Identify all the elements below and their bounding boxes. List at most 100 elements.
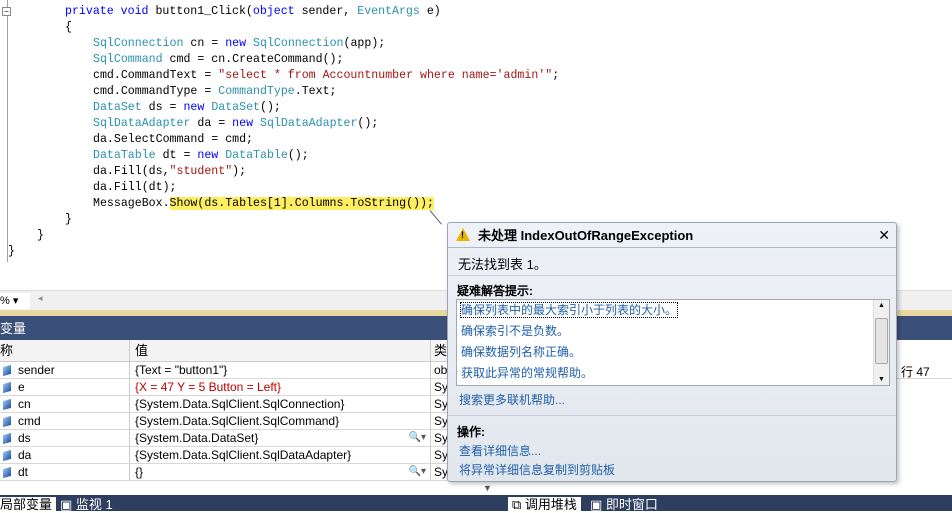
code-token: SqlCommand [93,53,170,66]
code-line[interactable]: cmd.CommandText = "select * from Account… [93,68,559,84]
code-token: MessageBox. [93,197,170,210]
code-line[interactable]: da.Fill(dt); [93,180,177,196]
code-token: da = [197,117,233,130]
code-line[interactable]: } [8,244,15,260]
code-line[interactable]: SqlDataAdapter da = new SqlDataAdapter()… [93,116,378,132]
close-icon[interactable]: ✕ [878,223,890,248]
code-token: da.Fill(ds, [93,165,170,178]
variable-icon [3,381,11,394]
variable-value[interactable]: {System.Data.SqlClient.SqlCommand} [131,413,431,429]
code-token: da.SelectCommand = cmd; [93,133,254,146]
tip-link[interactable]: 确保列表中的最大索引小于列表的大小。 [457,300,889,321]
code-token: new [232,117,261,130]
search-online-help-link[interactable]: 搜索更多联机帮助... [459,391,565,408]
code-token: cmd = cn.CreateCommand(); [169,53,344,66]
column-name[interactable]: 称 [0,340,130,361]
visualizer-icon[interactable]: 🔍▾ [409,464,426,480]
code-line[interactable]: SqlCommand cmd = cn.CreateCommand(); [93,52,343,68]
zoom-combo[interactable]: % ▾ [0,293,30,309]
code-token: (); [357,117,379,130]
variable-value[interactable]: {Text = "button1"} [131,362,431,378]
scroll-up-icon[interactable]: ▲ [878,302,885,309]
table-row[interactable]: ds {System.Data.DataSet} 🔍▾ Sy [0,430,500,447]
table-row[interactable]: cmd {System.Data.SqlClient.SqlCommand} Sy [0,413,500,430]
code-token: "select * from Accountnumber where name=… [218,69,553,82]
variable-value[interactable]: {System.Data.DataSet} 🔍▾ [131,430,431,446]
table-row[interactable]: da {System.Data.SqlClient.SqlDataAdapter}… [0,447,500,464]
copy-exception-link[interactable]: 将异常详细信息复制到剪贴板 [459,461,615,478]
variable-icon [3,432,11,445]
collapse-toggle-icon[interactable]: − [2,7,11,16]
visualizer-icon[interactable]: 🔍▾ [409,430,426,446]
code-line[interactable]: DataSet ds = new DataSet(); [93,100,281,116]
variable-icon [3,449,11,462]
code-token: da.Fill(dt); [93,181,177,194]
table-row[interactable]: sender {Text = "button1"} ob [0,362,500,379]
code-token: } [8,245,15,258]
zoom-value: % [0,295,10,307]
scrollbar-thumb[interactable] [875,318,888,364]
variable-icon [3,364,11,377]
exception-assistant: ! 未处理 IndexOutOfRangeException ✕ 无法找到表 1… [447,222,897,482]
code-token: new [183,101,212,114]
code-line[interactable]: MessageBox.Show(ds.Tables[1].Columns.ToS… [93,196,434,212]
code-token: SqlDataAdapter [93,117,198,130]
tips-scrollbar[interactable]: ▲ ▼ [873,300,889,385]
tab-immediate[interactable]: ▣ 即时窗口 [586,497,662,512]
warning-icon: ! [456,228,470,241]
code-token: private void [65,5,156,18]
code-token: cmd.CommandType = [93,85,219,98]
variable-icon [3,398,11,411]
code-token: CommandType [218,85,295,98]
code-token: DataTable [93,149,163,162]
table-row[interactable]: dt{} 🔍▾ Sy [0,464,500,481]
code-line[interactable]: cmd.CommandType = CommandType.Text; [93,84,337,100]
tab-watch-1[interactable]: ▣ 监视 1 [56,497,117,512]
scroll-down-icon[interactable]: ▼ [878,376,885,383]
locals-title: 变量 [0,321,27,336]
tab-locals[interactable]: 局部变量 [0,497,57,512]
tip-link[interactable]: 确保索引不是负数。 [457,321,889,342]
tab-call-stack-label: 调用堆栈 [524,497,577,512]
code-line[interactable]: } [37,228,44,244]
code-line[interactable]: da.Fill(ds,"student"); [93,164,246,180]
code-token: ds = [148,101,184,114]
bottom-tab-bar: 局部变量 ▣ 监视 1 ⧉ 调用堆栈 ▣ 即时窗口 [0,495,952,512]
code-token: DataSet [211,101,261,114]
scroll-left-icon[interactable]: ◂ [38,293,43,304]
variable-value[interactable]: {X = 47 Y = 5 Button = Left} [131,379,431,395]
column-value[interactable]: 值 [131,340,431,361]
code-line[interactable]: SqlConnection cn = new SqlConnection(app… [93,36,385,52]
line-number: 行 47 [901,365,930,379]
code-token: .Text; [294,85,337,98]
code-token: (); [287,149,309,162]
code-line[interactable]: da.SelectCommand = cmd; [93,132,253,148]
code-token: cn = [190,37,226,50]
locals-panel-header: 变量 [0,316,500,340]
view-details-link[interactable]: 查看详细信息... [459,442,541,459]
table-row[interactable]: cn {System.Data.SqlClient.SqlConnection} S… [0,396,500,413]
code-token: (app); [343,37,386,50]
code-token: new [225,37,254,50]
code-token: cmd.CommandText = [93,69,219,82]
code-line[interactable]: private void button1_Click(object sender… [65,4,441,20]
actions-label: 操作: [457,425,485,439]
tip-link[interactable]: 确保数据列名称正确。 [457,342,889,363]
tab-call-stack[interactable]: ⧉ 调用堆栈 [508,497,581,512]
code-token: SqlConnection [253,37,344,50]
tip-link[interactable]: 获取此异常的常规帮助。 [457,363,889,384]
code-token: SqlConnection [93,37,191,50]
code-token: { [65,21,72,34]
variable-value[interactable]: {System.Data.SqlClient.SqlDataAdapter} [131,447,431,463]
code-token: object [252,5,302,18]
variable-value[interactable]: {System.Data.SqlClient.SqlConnection} [131,396,431,412]
variable-value[interactable]: {} 🔍▾ [131,464,431,480]
table-row[interactable]: e {X = 47 Y = 5 Button = Left} Sy [0,379,500,396]
tips-list[interactable]: 确保列表中的最大索引小于列表的大小。 确保索引不是负数。 确保数据列名称正确。 … [456,299,890,386]
code-line[interactable]: DataTable dt = new DataTable(); [93,148,309,164]
code-token: } [37,229,44,242]
code-line[interactable]: } [65,212,72,228]
grid-scroll-down-icon[interactable]: ▼ [483,483,492,493]
code-token: DataTable [225,149,288,162]
code-line[interactable]: { [65,20,72,36]
